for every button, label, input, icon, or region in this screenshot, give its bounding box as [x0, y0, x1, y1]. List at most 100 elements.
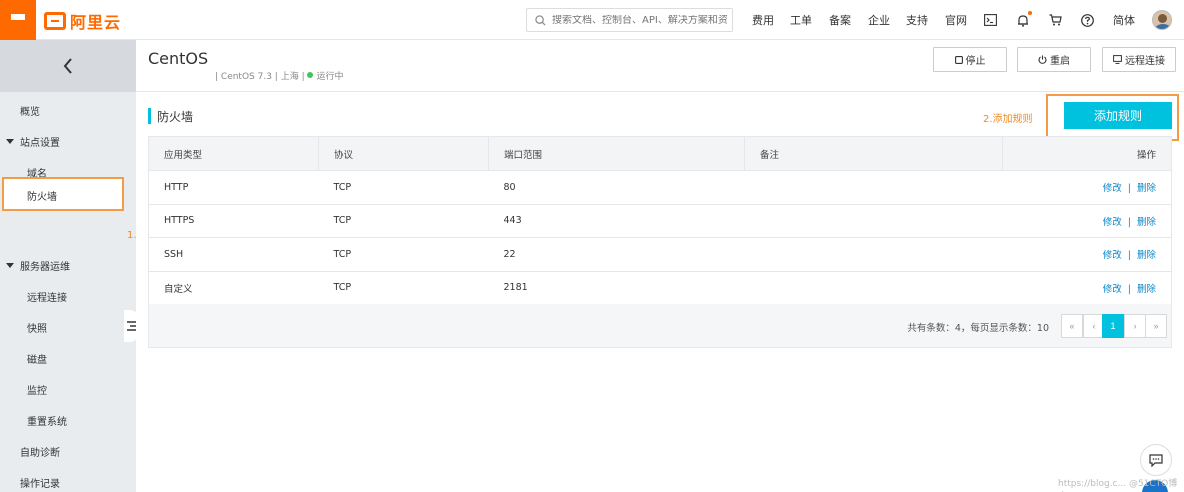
top-bar: 阿里云 费用 工单 备案 企业 支持 官网 简体 [0, 0, 1184, 40]
cell-actions: 修改 | 删除 [1002, 271, 1172, 305]
cell-app: 自定义 [148, 271, 319, 305]
restart-button[interactable]: 重启 [1017, 47, 1091, 72]
sidebar-item-disk[interactable]: 磁盘 [27, 351, 47, 366]
cell-protocol: TCP [318, 271, 489, 305]
cell-actions: 修改 | 删除 [1002, 237, 1172, 272]
page-last[interactable]: » [1145, 314, 1167, 338]
cell-app: SSH [148, 237, 319, 272]
edit-link[interactable]: 修改 [1103, 250, 1122, 261]
page-current[interactable]: 1 [1102, 314, 1124, 338]
add-rule-button[interactable]: 添加规则 [1064, 102, 1172, 129]
status-text: 运行中 [316, 72, 344, 82]
bell-icon[interactable] [1015, 11, 1032, 28]
restart-label: 重启 [1050, 56, 1070, 67]
sidebar-item-remote[interactable]: 远程连接 [27, 289, 67, 304]
cell-app: HTTPS [148, 204, 319, 238]
sidebar-item-oplog[interactable]: 操作记录 [20, 475, 60, 490]
edit-link[interactable]: 修改 [1103, 284, 1122, 295]
cell-note [744, 237, 1003, 272]
delete-link[interactable]: 删除 [1137, 250, 1156, 261]
search-input[interactable] [552, 14, 727, 26]
nav-support[interactable]: 支持 [906, 12, 928, 28]
sidebar-group-label: 站点设置 [20, 138, 60, 149]
page-next[interactable]: › [1124, 314, 1146, 338]
cell-ports: 80 [488, 170, 745, 205]
remote-label: 远程连接 [1125, 56, 1165, 67]
cell-note [744, 271, 1003, 305]
delete-link[interactable]: 删除 [1137, 284, 1156, 295]
sidebar-group-server-ops[interactable]: 服务器运维 [6, 258, 70, 273]
language-switch[interactable]: 简体 [1113, 12, 1135, 28]
nav-website[interactable]: 官网 [945, 12, 967, 28]
os-version: CentOS 7.3 [220, 72, 272, 82]
nav-billing[interactable]: 费用 [752, 12, 774, 28]
back-button[interactable] [0, 40, 136, 92]
nav-filing[interactable]: 备案 [829, 12, 851, 28]
remote-icon [1113, 55, 1122, 64]
user-avatar[interactable] [1152, 10, 1172, 30]
table-footer: 共有条数：4，每页显示条数：10 « ‹ 1 › » [148, 304, 1172, 348]
column-actions: 操作 [1002, 136, 1172, 171]
sidebar-item-diagnose[interactable]: 自助诊断 [20, 444, 60, 459]
cell-note [744, 204, 1003, 238]
action-separator: | [1127, 216, 1131, 228]
table-row: SSH TCP 22 修改 | 删除 [148, 237, 1172, 272]
table-header-row: 应用类型 协议 端口范围 备注 操作 [148, 136, 1172, 171]
notification-dot [1028, 11, 1032, 15]
sidebar-item-snapshot[interactable]: 快照 [27, 320, 47, 335]
nav-tickets[interactable]: 工单 [790, 12, 812, 28]
cell-actions: 修改 | 删除 [1002, 204, 1172, 238]
caret-down-icon [6, 139, 14, 144]
instance-header: CentOS | CentOS 7.3 | 上海 | 运行中 停止 重启 远程连… [136, 40, 1184, 92]
column-port-range: 端口范围 [488, 136, 745, 171]
help-icon[interactable] [1079, 12, 1095, 28]
aliyun-logo[interactable]: 阿里云 [44, 9, 121, 33]
action-separator: | [1127, 250, 1131, 262]
sidebar-item-monitor[interactable]: 监控 [27, 382, 47, 397]
feedback-button[interactable] [1140, 444, 1172, 476]
table-row: HTTP TCP 80 修改 | 删除 [148, 170, 1172, 205]
step2-annotation: 2.添加规则 [983, 114, 1033, 125]
remote-connect-button[interactable]: 远程连接 [1102, 47, 1176, 72]
page-first[interactable]: « [1061, 314, 1083, 338]
column-app-type: 应用类型 [148, 136, 319, 171]
stop-button[interactable]: 停止 [933, 47, 1007, 72]
section-accent-bar [148, 108, 151, 124]
status-dot [307, 72, 314, 78]
delete-link[interactable]: 删除 [1137, 217, 1156, 228]
cell-ports: 2181 [488, 271, 745, 305]
edit-link[interactable]: 修改 [1103, 183, 1122, 194]
menu-button[interactable] [0, 0, 36, 40]
search-box[interactable] [526, 8, 733, 32]
chat-icon [1149, 453, 1163, 467]
instance-subtitle: | CentOS 7.3 | 上海 | 运行中 [215, 72, 344, 82]
firewall-rules-table: 应用类型 协议 端口范围 备注 操作 HTTP TCP 80 修改 | 删除 HTT… [148, 136, 1172, 305]
hamburger-icon [11, 14, 25, 26]
sidebar-item-firewall-highlight [2, 177, 124, 211]
table-row: HTTPS TCP 443 修改 | 删除 [148, 204, 1172, 238]
edit-link[interactable]: 修改 [1103, 217, 1122, 228]
sidebar-item-firewall[interactable]: 防火墙 [27, 188, 57, 203]
sidebar-group-label: 服务器运维 [20, 262, 70, 273]
column-protocol: 协议 [318, 136, 489, 171]
cell-app: HTTP [148, 170, 319, 205]
stop-label: 停止 [965, 56, 986, 67]
cell-ports: 22 [488, 237, 745, 272]
action-separator: | [1127, 183, 1131, 195]
cell-note [744, 170, 1003, 205]
sidebar-group-site-settings[interactable]: 站点设置 [6, 134, 60, 149]
terminal-icon[interactable] [982, 12, 998, 28]
search-icon [535, 14, 546, 26]
sidebar-item-overview[interactable]: 概览 [20, 103, 40, 118]
logo-text: 阿里云 [70, 13, 122, 32]
section-title: 防火墙 [157, 110, 194, 124]
pagination-summary: 共有条数：4，每页显示条数：10 [907, 323, 1049, 334]
chevron-left-icon [63, 58, 72, 74]
nav-enterprise[interactable]: 企业 [868, 12, 890, 28]
power-icon [1038, 55, 1047, 64]
cart-icon[interactable] [1047, 12, 1063, 28]
watermark: https://blog.c... @51CTO博客 [1058, 479, 1178, 489]
sidebar-item-reset[interactable]: 重置系统 [27, 413, 67, 428]
caret-down-icon [6, 263, 14, 268]
delete-link[interactable]: 删除 [1137, 183, 1156, 194]
